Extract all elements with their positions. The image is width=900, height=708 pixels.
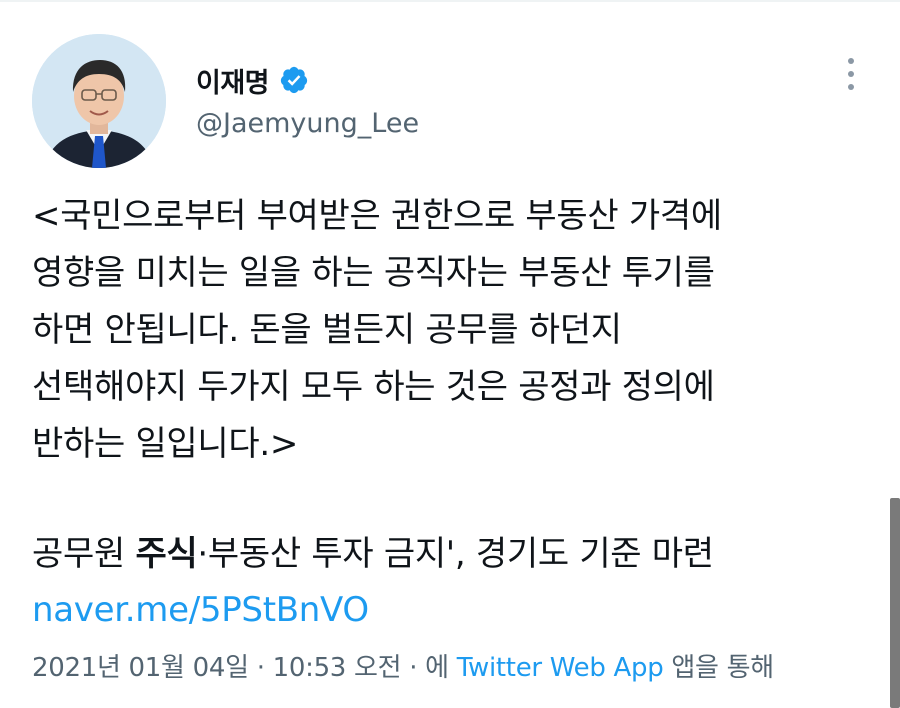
tweet-meta: 2021년 01월 04일 · 10:53 오전 · 에 Twitter Web…	[32, 648, 774, 688]
tweet-timestamp[interactable]: 2021년 01월 04일 · 10:53 오전 · 에	[32, 653, 449, 683]
avatar-portrait	[32, 34, 166, 168]
author-name-row: 이재명	[196, 58, 309, 102]
more-dot	[848, 84, 854, 90]
verified-badge-icon	[279, 65, 309, 95]
link-title-bold: 주식	[135, 534, 198, 574]
author-display-name[interactable]: 이재명	[196, 61, 270, 100]
link-title-suffix: ·부동산 투자 금지', 경기도 기준 마련	[197, 534, 714, 574]
more-dot	[848, 58, 854, 64]
tweet-source-suffix: 앱을 통해	[671, 653, 774, 683]
link-title-prefix: 공무원	[32, 534, 136, 574]
tweet-source-link[interactable]: Twitter Web App	[457, 653, 664, 683]
top-divider	[0, 0, 900, 2]
more-vertical-icon[interactable]	[836, 56, 866, 92]
tweet-body: <국민으로부터 부여받은 권한으로 부동산 가격에 영향을 미치는 일을 하는 …	[32, 196, 722, 464]
scrollbar-thumb[interactable]	[890, 498, 900, 708]
link-preview-title: 공무원 주식·부동산 투자 금지', 경기도 기준 마련	[32, 526, 882, 583]
tweet-card: 이재명 @Jaemyung_Lee <국민으로부터 부여받은 권한으로 부동산 …	[0, 0, 900, 708]
tweet-link[interactable]: naver.me/5PStBnVO	[32, 582, 369, 639]
author-handle[interactable]: @Jaemyung_Lee	[196, 108, 419, 139]
avatar[interactable]	[32, 34, 166, 168]
more-dot	[848, 71, 854, 77]
